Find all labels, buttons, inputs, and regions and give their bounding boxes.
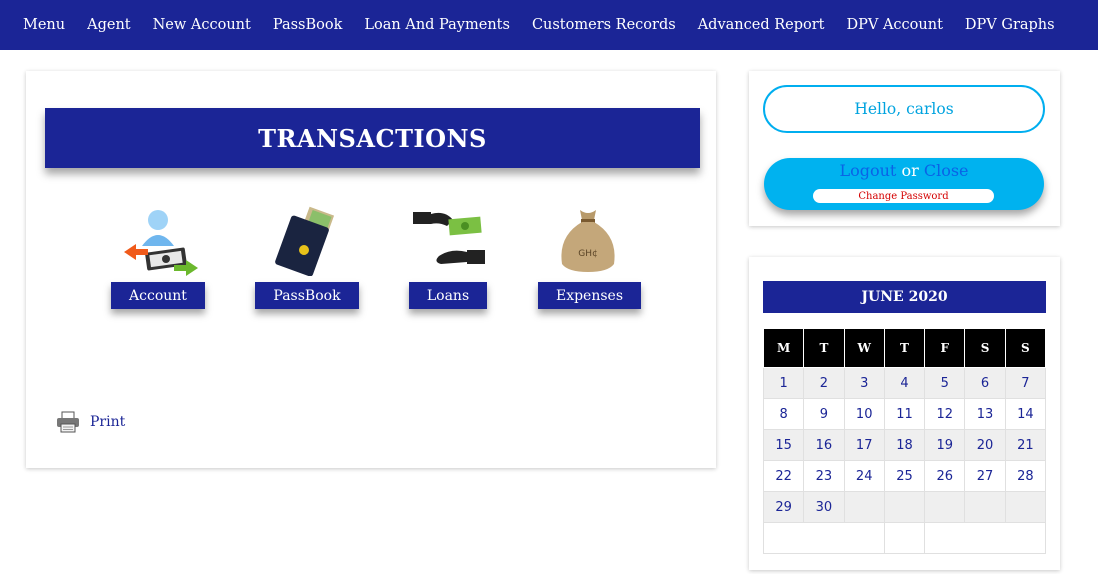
loan-hands-icon bbox=[412, 212, 485, 264]
nav-passbook[interactable]: PassBook bbox=[273, 17, 343, 33]
calendar-day[interactable]: 24 bbox=[843, 460, 885, 492]
calendar-day[interactable]: 8 bbox=[762, 398, 805, 430]
transactions-panel: TRANSACTIONS Account PassBook Loans GH¢ … bbox=[26, 71, 716, 468]
calendar-empty-cell bbox=[843, 491, 885, 523]
money-bag-icon: GH¢ bbox=[561, 210, 615, 272]
calendar-empty-cell bbox=[763, 522, 885, 554]
session-controls: Logout or Close Change Password bbox=[764, 158, 1044, 210]
calendar-day[interactable]: 6 bbox=[964, 367, 1006, 399]
or-text: or bbox=[901, 161, 919, 180]
nav-menu[interactable]: Menu bbox=[23, 17, 65, 33]
weekday-header: T bbox=[803, 328, 845, 368]
weekday-header: W bbox=[843, 328, 885, 368]
weekday-header: F bbox=[924, 328, 966, 368]
calendar-day[interactable]: 29 bbox=[762, 491, 805, 523]
calendar-day[interactable]: 19 bbox=[924, 429, 966, 461]
calendar-empty-cell bbox=[883, 491, 926, 523]
calendar-day[interactable]: 30 bbox=[803, 491, 845, 523]
session-links: Logout or Close bbox=[764, 161, 1044, 180]
nav-loan-and-payments[interactable]: Loan And Payments bbox=[364, 17, 510, 33]
calendar-week: 1 2 3 4 5 6 7 bbox=[762, 367, 1047, 399]
calendar-day[interactable]: 11 bbox=[883, 398, 926, 430]
account-button[interactable]: Account bbox=[111, 282, 205, 309]
calendar-title: JUNE 2020 bbox=[763, 281, 1046, 313]
calendar-day[interactable]: 14 bbox=[1004, 398, 1047, 430]
nav-advanced-report[interactable]: Advanced Report bbox=[698, 17, 825, 33]
calendar-empty-cell bbox=[924, 491, 966, 523]
calendar-day[interactable]: 21 bbox=[1004, 429, 1047, 461]
calendar-day[interactable]: 22 bbox=[762, 460, 805, 492]
print-label[interactable]: Print bbox=[90, 414, 125, 430]
nav-customers-records[interactable]: Customers Records bbox=[532, 17, 676, 33]
expenses-button[interactable]: Expenses bbox=[538, 282, 641, 309]
weekday-header: M bbox=[762, 328, 805, 368]
calendar-empty-cell bbox=[924, 522, 1046, 554]
greeting: Hello, carlos bbox=[763, 85, 1045, 133]
loans-button[interactable]: Loans bbox=[409, 282, 487, 309]
weekday-header: S bbox=[964, 328, 1006, 368]
calendar-day[interactable]: 17 bbox=[843, 429, 885, 461]
calendar-day[interactable]: 4 bbox=[883, 367, 926, 399]
weekday-header: S bbox=[1004, 328, 1047, 368]
nav-new-account[interactable]: New Account bbox=[153, 17, 251, 33]
calendar-day[interactable]: 26 bbox=[924, 460, 966, 492]
calendar-day[interactable]: 18 bbox=[883, 429, 926, 461]
calendar-day[interactable]: 3 bbox=[843, 367, 885, 399]
weekday-header: T bbox=[883, 328, 926, 368]
calendar-day[interactable]: 9 bbox=[803, 398, 845, 430]
calendar-day[interactable]: 20 bbox=[964, 429, 1006, 461]
passbook-icon bbox=[275, 206, 335, 276]
calendar-day[interactable]: 10 bbox=[843, 398, 885, 430]
close-link[interactable]: Close bbox=[924, 161, 969, 180]
logout-link[interactable]: Logout bbox=[839, 161, 896, 180]
calendar-day[interactable]: 28 bbox=[1004, 460, 1047, 492]
nav-dpv-graphs[interactable]: DPV Graphs bbox=[965, 17, 1055, 33]
change-password-button[interactable]: Change Password bbox=[813, 189, 994, 203]
calendar-day[interactable]: 25 bbox=[883, 460, 926, 492]
calendar-empty-cell bbox=[883, 522, 926, 554]
calendar-empty-cell bbox=[964, 491, 1006, 523]
calendar-empty-cell bbox=[1004, 491, 1047, 523]
calendar-day[interactable]: 1 bbox=[762, 367, 805, 399]
calendar-day[interactable]: 7 bbox=[1004, 367, 1047, 399]
money-bag-label: GH¢ bbox=[578, 249, 597, 259]
top-navigation: Menu Agent New Account PassBook Loan And… bbox=[0, 0, 1098, 50]
calendar-panel: JUNE 2020 M T W T F S S 1 2 3 4 5 6 7 8 … bbox=[749, 257, 1060, 570]
calendar-day[interactable]: 27 bbox=[964, 460, 1006, 492]
passbook-button[interactable]: PassBook bbox=[255, 282, 359, 309]
calendar-grid: M T W T F S S 1 2 3 4 5 6 7 8 9 10 11 12… bbox=[762, 328, 1047, 554]
calendar-week: 22 23 24 25 26 27 28 bbox=[762, 460, 1047, 492]
printer-icon bbox=[57, 411, 79, 433]
calendar-week bbox=[763, 522, 1046, 554]
calendar-week: 29 30 bbox=[762, 491, 1047, 523]
calendar-day[interactable]: 15 bbox=[762, 429, 805, 461]
account-transfer-icon bbox=[123, 210, 198, 276]
calendar-day[interactable]: 12 bbox=[924, 398, 966, 430]
print-link[interactable]: Print bbox=[56, 411, 125, 433]
calendar-day[interactable]: 16 bbox=[803, 429, 845, 461]
calendar-week: 8 9 10 11 12 13 14 bbox=[762, 398, 1047, 430]
user-panel: Hello, carlos Logout or Close Change Pas… bbox=[749, 71, 1060, 226]
nav-dpv-account[interactable]: DPV Account bbox=[846, 17, 942, 33]
nav-agent[interactable]: Agent bbox=[87, 17, 131, 33]
transactions-title: TRANSACTIONS bbox=[45, 108, 700, 168]
calendar-day[interactable]: 13 bbox=[964, 398, 1006, 430]
calendar-day[interactable]: 23 bbox=[803, 460, 845, 492]
calendar-day[interactable]: 2 bbox=[803, 367, 845, 399]
calendar-week: 15 16 17 18 19 20 21 bbox=[762, 429, 1047, 461]
calendar-day[interactable]: 5 bbox=[924, 367, 966, 399]
